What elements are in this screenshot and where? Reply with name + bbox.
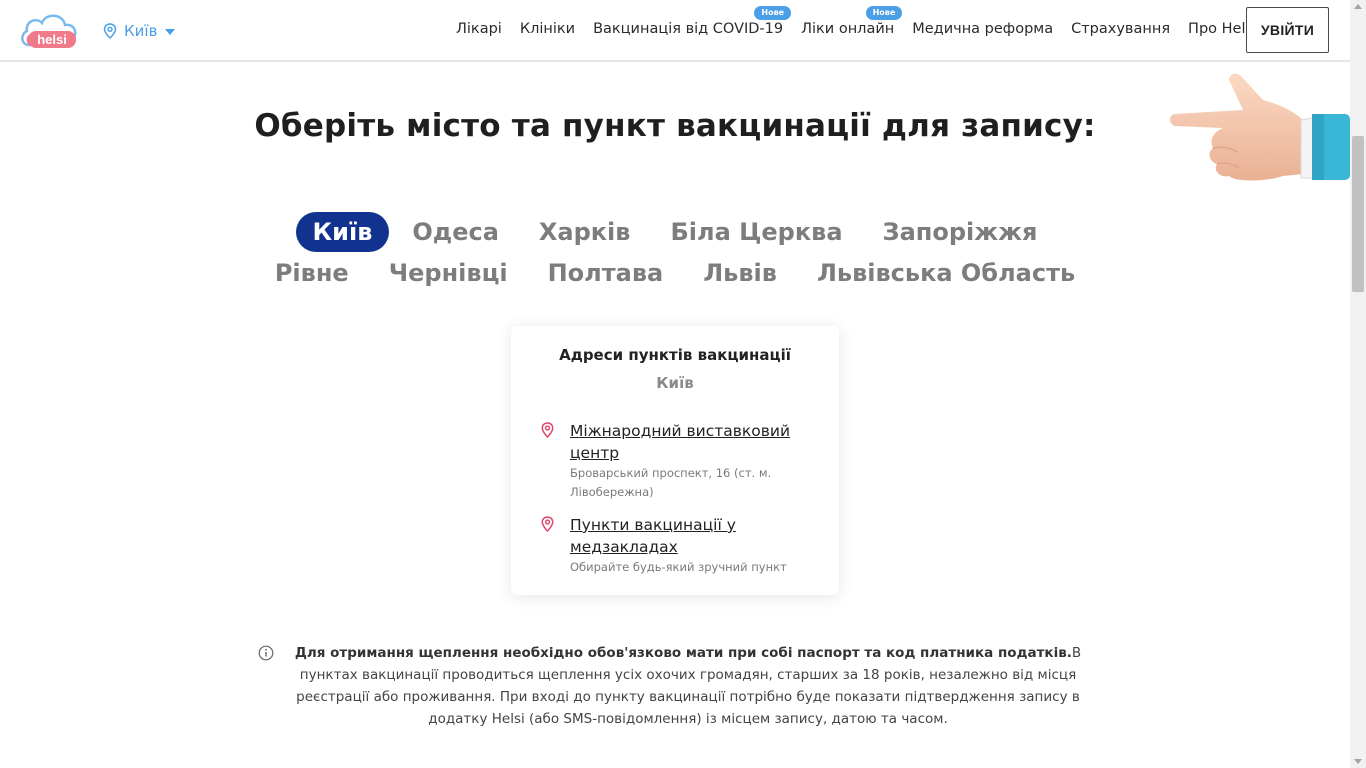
city-tab-zaporizhzhia[interactable]: Запоріжжя bbox=[866, 212, 1055, 252]
vaccination-addresses-card: Адреси пунктів вакцинації Київ Міжнародн… bbox=[511, 326, 839, 595]
nav-item-covid-vaccination[interactable]: Вакцинація від COVID-19 Нове bbox=[593, 6, 792, 37]
nav-item-clinics[interactable]: Клініки bbox=[520, 21, 575, 37]
scrollbar-thumb[interactable] bbox=[1352, 136, 1364, 292]
location-pin-icon bbox=[541, 422, 554, 438]
location-link[interactable]: Міжнародний виставковий центр bbox=[570, 420, 811, 464]
city-selector-label: Київ bbox=[124, 22, 158, 40]
city-tab-odesa[interactable]: Одеса bbox=[395, 212, 515, 252]
info-icon bbox=[258, 645, 274, 661]
card-title: Адреси пунктів вакцинації bbox=[559, 346, 791, 364]
new-badge: Нове bbox=[865, 6, 903, 20]
main-nav: Лікарі Клініки Вакцинація від COVID-19 Но… bbox=[456, 6, 1257, 37]
login-button[interactable]: УВІЙТИ bbox=[1246, 7, 1329, 53]
info-text-bold: Для отримання щеплення необхідно обов'яз… bbox=[294, 645, 1072, 661]
svg-text:helsi: helsi bbox=[37, 32, 67, 47]
city-selector[interactable]: Київ bbox=[103, 20, 176, 42]
location-pin-icon bbox=[103, 23, 117, 39]
location-address: Обирайте будь-який зручний пункт bbox=[570, 560, 787, 574]
nav-item-medical-reform[interactable]: Медична реформа bbox=[912, 21, 1053, 37]
list-item: Міжнародний виставковий центр Броварськи… bbox=[541, 420, 811, 502]
info-text: Для отримання щеплення необхідно обов'яз… bbox=[258, 642, 1092, 730]
page-scrollbar[interactable] bbox=[1350, 0, 1366, 768]
city-tab-lviv-oblast[interactable]: Львівська Область bbox=[800, 253, 1092, 293]
list-item: Пункти вакцинації у медзакладах Обирайте… bbox=[541, 514, 811, 577]
site-header: helsi Київ Лікарі Клініки Вакцинація від… bbox=[0, 0, 1350, 62]
location-address: Броварський проспект, 16 (ст. м. Лівобер… bbox=[570, 466, 772, 499]
city-tab-chernivtsi[interactable]: Чернівці bbox=[372, 253, 525, 293]
nav-item-insurance[interactable]: Страхування bbox=[1071, 21, 1170, 37]
page-title: Оберіть місто та пункт вакцинації для за… bbox=[254, 108, 1096, 144]
card-city: Київ bbox=[656, 374, 694, 392]
nav-item-doctors[interactable]: Лікарі bbox=[456, 21, 502, 37]
city-tab-kyiv[interactable]: Київ bbox=[295, 212, 390, 252]
new-badge: Нове bbox=[754, 6, 792, 20]
city-tab-rivne[interactable]: Рівне bbox=[258, 253, 366, 293]
chevron-down-icon bbox=[165, 29, 176, 35]
scroll-up-icon[interactable] bbox=[1354, 4, 1362, 9]
city-tab-lviv[interactable]: Львів bbox=[686, 253, 794, 293]
city-tab-poltava[interactable]: Полтава bbox=[531, 253, 681, 293]
nav-item-medicines-online[interactable]: Ліки онлайн Нове bbox=[801, 6, 903, 37]
location-link[interactable]: Пункти вакцинації у медзакладах bbox=[570, 514, 811, 558]
location-pin-icon bbox=[541, 516, 554, 532]
scroll-down-icon[interactable] bbox=[1354, 759, 1362, 764]
helsi-logo[interactable]: helsi bbox=[19, 9, 81, 51]
city-tab-kharkiv[interactable]: Харків bbox=[522, 212, 648, 252]
city-tab-bila-tserkva[interactable]: Біла Церква bbox=[653, 212, 859, 252]
city-tabs: Київ Одеса Харків Біла Церква Запоріжжя … bbox=[250, 212, 1100, 293]
info-note: Для отримання щеплення необхідно обов'яз… bbox=[258, 642, 1092, 730]
